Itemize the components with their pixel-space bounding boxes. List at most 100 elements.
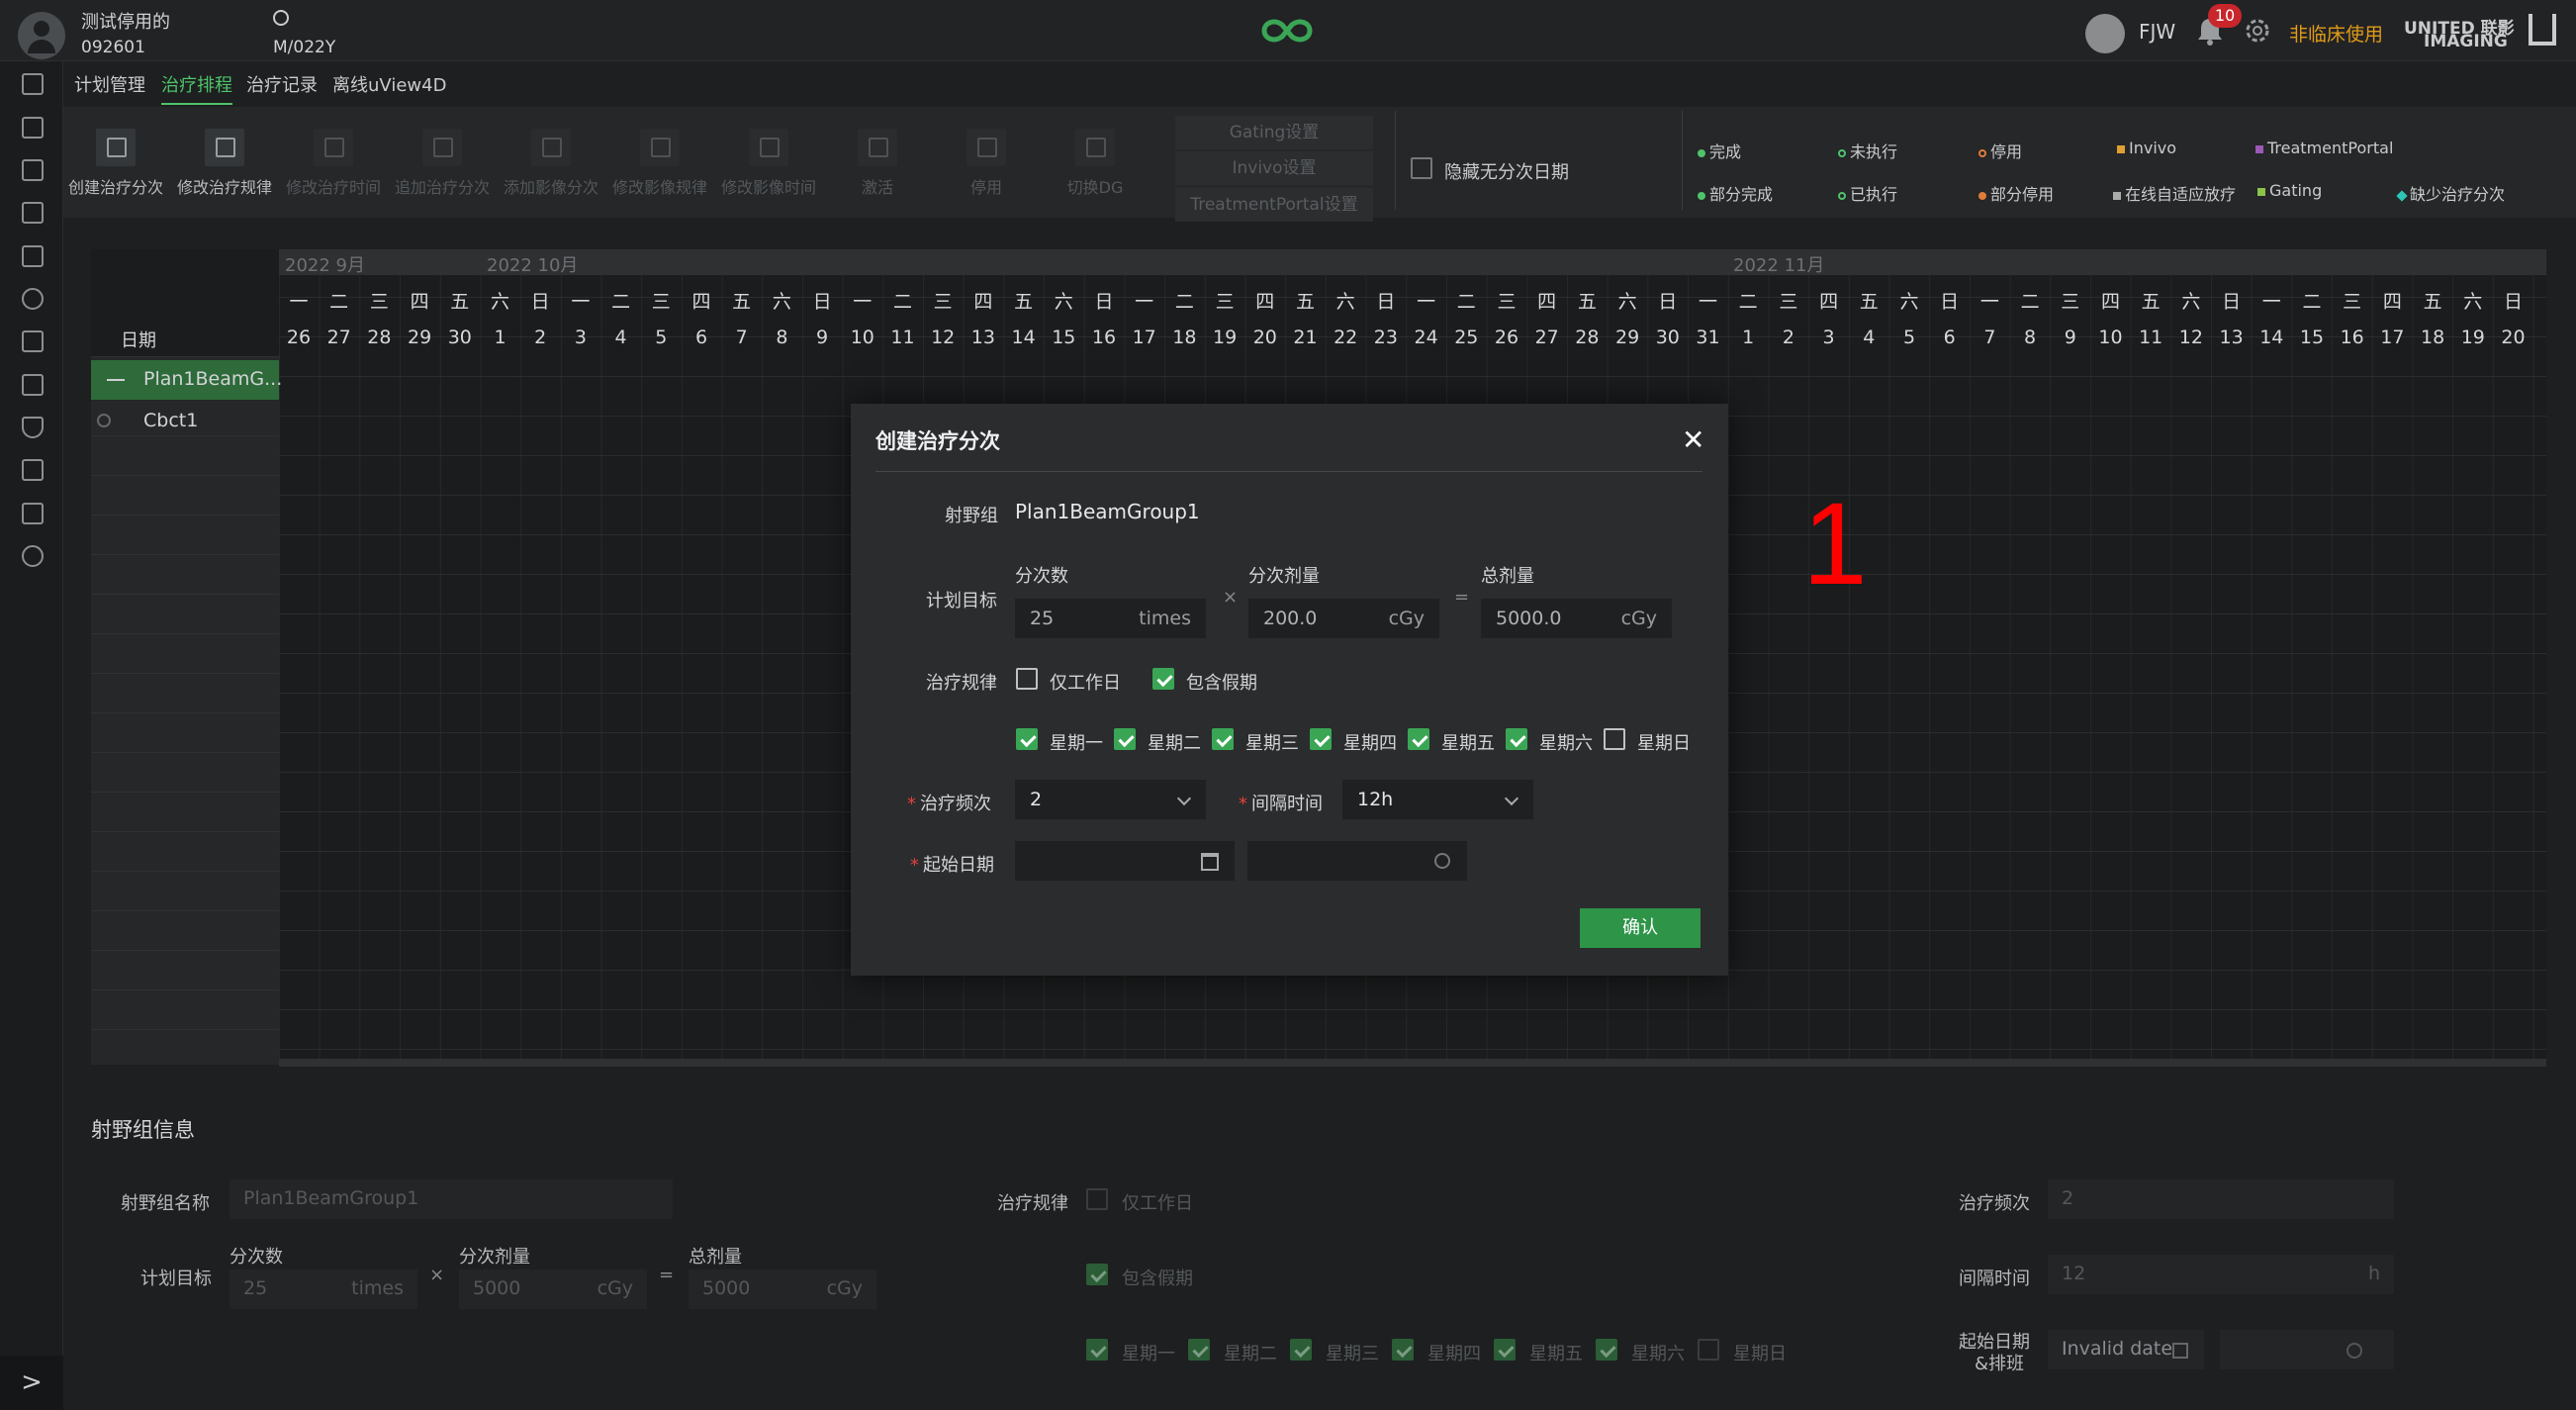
day-cell[interactable]: 10 bbox=[843, 327, 882, 348]
append-fraction-button[interactable]: 追加治疗分次 bbox=[388, 129, 497, 198]
day-cell[interactable]: 16 bbox=[1084, 327, 1124, 348]
day-cell[interactable]: 29 bbox=[400, 327, 439, 348]
day-cell[interactable]: 14 bbox=[2252, 327, 2291, 348]
day-cell[interactable]: 3 bbox=[561, 327, 600, 348]
calendar-icon[interactable] bbox=[1201, 853, 1219, 871]
apps-icon[interactable] bbox=[22, 545, 44, 567]
weekday-checkbox[interactable] bbox=[1604, 728, 1625, 750]
day-cell[interactable]: 27 bbox=[320, 327, 359, 348]
day-cell[interactable]: 3 bbox=[1809, 327, 1849, 348]
activate-button[interactable]: 激活 bbox=[823, 129, 932, 198]
day-cell[interactable]: 12 bbox=[923, 327, 963, 348]
day-cell[interactable]: 10 bbox=[2091, 327, 2131, 348]
workday-only-checkbox[interactable] bbox=[1086, 1188, 1108, 1210]
add-image-fraction-button[interactable]: 添加影像分次 bbox=[497, 129, 605, 198]
fraction-dose-input[interactable]: 5000 cGy bbox=[459, 1269, 647, 1309]
day-cell[interactable]: 25 bbox=[1446, 327, 1486, 348]
search-document-icon[interactable] bbox=[22, 459, 44, 481]
weekday-checkbox[interactable] bbox=[1596, 1339, 1617, 1361]
day-cell[interactable]: 26 bbox=[1487, 327, 1526, 348]
day-cell[interactable]: 15 bbox=[1044, 327, 1083, 348]
include-holiday-checkbox[interactable] bbox=[1152, 668, 1174, 690]
day-cell[interactable]: 1 bbox=[1728, 327, 1768, 348]
report-icon[interactable] bbox=[22, 202, 44, 224]
total-dose-input[interactable]: 5000 cGy bbox=[689, 1269, 876, 1309]
day-cell[interactable]: 7 bbox=[722, 327, 762, 348]
day-cell[interactable]: 5 bbox=[641, 327, 681, 348]
day-cell[interactable]: 21 bbox=[1286, 327, 1326, 348]
user-name[interactable]: FJW bbox=[2139, 20, 2175, 44]
disable-button[interactable]: 停用 bbox=[932, 129, 1041, 198]
day-cell[interactable]: 13 bbox=[964, 327, 1003, 348]
search-icon[interactable] bbox=[273, 10, 289, 26]
machine-icon[interactable] bbox=[22, 503, 44, 524]
day-cell[interactable]: 12 bbox=[2171, 327, 2211, 348]
day-cell[interactable]: 8 bbox=[2010, 327, 2050, 348]
row-label-cbct1[interactable]: Cbct1 bbox=[143, 410, 198, 431]
treatmentportal-settings-button[interactable]: TreatmentPortal设置 bbox=[1175, 188, 1373, 222]
day-cell[interactable]: 18 bbox=[2413, 327, 2452, 348]
weekday-checkbox[interactable] bbox=[1212, 728, 1234, 750]
day-cell[interactable]: 24 bbox=[1407, 327, 1446, 348]
hide-empty-dates-checkbox[interactable] bbox=[1411, 157, 1432, 179]
weekday-checkbox[interactable] bbox=[1290, 1339, 1312, 1361]
day-cell[interactable]: 14 bbox=[1004, 327, 1044, 348]
day-cell[interactable]: 17 bbox=[2372, 327, 2412, 348]
day-cell[interactable]: 4 bbox=[601, 327, 641, 348]
expand-sidebar-button[interactable]: > bbox=[0, 1356, 63, 1410]
day-cell[interactable]: 13 bbox=[2212, 327, 2252, 348]
modify-rule-button[interactable]: 修改治疗规律 bbox=[170, 129, 279, 198]
gear-icon[interactable] bbox=[2243, 16, 2272, 46]
calendar-icon[interactable] bbox=[2172, 1343, 2188, 1359]
day-cell[interactable]: 6 bbox=[682, 327, 721, 348]
image-review-icon[interactable] bbox=[22, 245, 44, 267]
modify-image-rule-button[interactable]: 修改影像规律 bbox=[605, 129, 714, 198]
invivo-settings-button[interactable]: Invivo设置 bbox=[1175, 151, 1373, 185]
weekday-checkbox[interactable] bbox=[1310, 728, 1332, 750]
weekday-checkbox[interactable] bbox=[1392, 1339, 1414, 1361]
home-icon[interactable] bbox=[22, 73, 44, 95]
fractions-input[interactable]: 25 times bbox=[1015, 599, 1206, 638]
interval-input[interactable]: 12 h bbox=[2048, 1255, 2394, 1294]
day-cell[interactable]: 22 bbox=[1326, 327, 1365, 348]
day-cell[interactable]: 19 bbox=[2453, 327, 2493, 348]
weekday-checkbox[interactable] bbox=[1114, 728, 1136, 750]
switch-dg-button[interactable]: 切换DG bbox=[1041, 129, 1150, 198]
day-cell[interactable]: 2 bbox=[1769, 327, 1808, 348]
beam-group-name-input[interactable]: Plan1BeamGroup1 bbox=[230, 1179, 673, 1219]
day-cell[interactable]: 19 bbox=[1205, 327, 1244, 348]
day-cell[interactable]: 28 bbox=[359, 327, 399, 348]
clipboard-icon[interactable] bbox=[22, 159, 44, 181]
day-cell[interactable]: 16 bbox=[2333, 327, 2372, 348]
day-cell[interactable]: 1 bbox=[481, 327, 520, 348]
horizontal-scrollbar[interactable] bbox=[279, 1059, 2546, 1067]
copy-icon[interactable] bbox=[22, 117, 44, 139]
modify-image-time-button[interactable]: 修改影像时间 bbox=[714, 129, 823, 198]
modify-time-button[interactable]: 修改治疗时间 bbox=[279, 129, 388, 198]
day-cell[interactable]: 30 bbox=[440, 327, 480, 348]
day-cell[interactable]: 8 bbox=[762, 327, 801, 348]
fraction-dose-input[interactable]: 200.0 cGy bbox=[1248, 599, 1439, 638]
day-cell[interactable]: 20 bbox=[1245, 327, 1285, 348]
day-cell[interactable]: 28 bbox=[1567, 327, 1607, 348]
day-cell[interactable]: 17 bbox=[1125, 327, 1164, 348]
weekday-checkbox[interactable] bbox=[1086, 1339, 1108, 1361]
day-cell[interactable]: 5 bbox=[1889, 327, 1929, 348]
weekday-checkbox[interactable] bbox=[1698, 1339, 1719, 1361]
interval-select[interactable]: 12h bbox=[1342, 780, 1533, 819]
total-dose-input[interactable]: 5000.0 cGy bbox=[1481, 599, 1672, 638]
user-avatar[interactable] bbox=[2085, 14, 2125, 53]
weekday-checkbox[interactable] bbox=[1494, 1339, 1516, 1361]
clock-icon[interactable] bbox=[2346, 1343, 2362, 1359]
day-cell[interactable]: 15 bbox=[2292, 327, 2332, 348]
day-cell[interactable]: 7 bbox=[1970, 327, 2009, 348]
tab-offline-uview4d[interactable]: 离线uView4D bbox=[332, 71, 446, 97]
weekday-checkbox[interactable] bbox=[1016, 728, 1038, 750]
document-icon[interactable] bbox=[22, 374, 44, 396]
row-label-plan1[interactable]: Plan1BeamG... bbox=[143, 368, 282, 390]
weekday-checkbox[interactable] bbox=[1506, 728, 1527, 750]
shield-icon[interactable] bbox=[22, 417, 44, 438]
statistics-icon[interactable] bbox=[22, 330, 44, 352]
day-cell[interactable]: 6 bbox=[1930, 327, 1970, 348]
day-cell[interactable]: 30 bbox=[1648, 327, 1688, 348]
